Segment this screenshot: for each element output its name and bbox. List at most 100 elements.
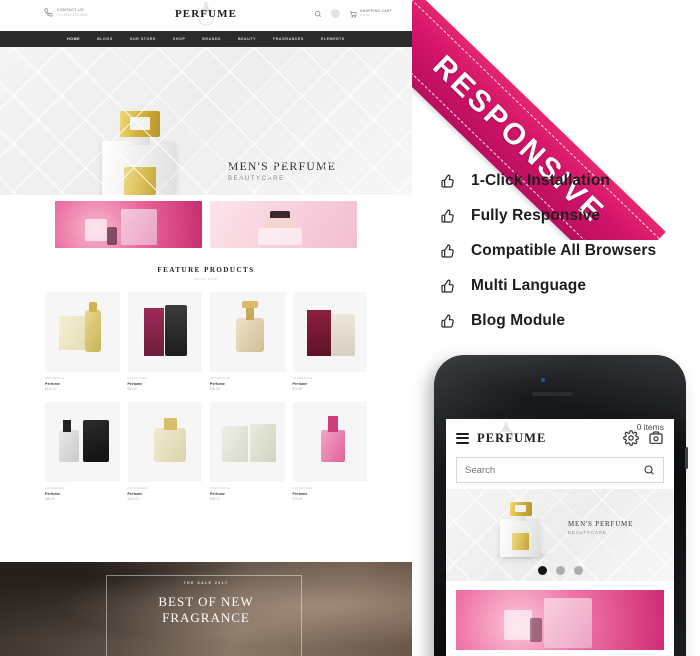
sale-kicker: THE SALE 2017 [183, 581, 229, 585]
product-category: FRAGRANCE [292, 377, 313, 380]
product-category: FRAGRANCE [210, 377, 231, 380]
product-image [127, 292, 202, 372]
site-navigation: HOME BLOGS OUR STORE SHOP BRANDS BEAUTY … [0, 31, 412, 47]
feature-item-blog-module: Blog Module [440, 303, 690, 338]
desktop-site-preview: CONTACT US +1 (800) 123 4567 PERFUME SHO… [0, 0, 412, 656]
mobile-header-tools [623, 430, 664, 446]
mobile-hero-bottle-image [492, 499, 554, 561]
nav-item-shop[interactable]: SHOP [173, 37, 185, 41]
mobile-search-bar[interactable] [456, 457, 664, 483]
mobile-logo[interactable]: PERFUME [477, 421, 547, 446]
search-icon[interactable] [314, 10, 322, 18]
product-grid-row-1: FRAGRANCE Perfume $120.00 FRAGRANCE Perf… [0, 281, 412, 391]
nav-item-elements[interactable]: ELEMENTS [321, 37, 345, 41]
carousel-dot-2[interactable] [555, 566, 565, 575]
shopping-bag-icon[interactable] [648, 430, 664, 446]
carousel-dots [446, 566, 674, 575]
nav-item-fragrances[interactable]: FRAGRANCES [273, 37, 304, 41]
featured-products-header: FEATURE PRODUCTS SHOP NOW [0, 248, 412, 281]
product-image [45, 402, 120, 482]
product-price: $80.00 [127, 387, 138, 391]
product-image [210, 292, 285, 372]
product-card[interactable]: SALE FRAGRANCE Perfume $75.00 [292, 402, 367, 501]
marketing-panel: RESPONSIVE 1-Click Installation Fully Re… [412, 0, 700, 656]
product-name: Perfume [127, 492, 143, 496]
nav-item-our-store[interactable]: OUR STORE [130, 37, 156, 41]
hero-perfume-bottle-image [86, 105, 204, 195]
hero-slider: MEN'S PERFUME BEAUTYCARE [0, 47, 412, 195]
mobile-hero-slider: MEN'S PERFUME BEAUTYCARE [446, 489, 674, 581]
search-icon[interactable] [643, 464, 655, 476]
mobile-cart-count: 0 items [636, 422, 664, 432]
product-name: Perfume [292, 492, 308, 496]
product-category: FRAGRANCE [127, 487, 148, 490]
feature-item-compatible-all-browsers: Compatible All Browsers [440, 233, 690, 268]
product-card[interactable]: SALE FRAGRANCE Perfume $95.00 [210, 292, 285, 391]
product-card[interactable]: SALE FRAGRANCE Perfume $99.00 [210, 402, 285, 501]
header-tools: SHOPPING CART 0 items [314, 9, 392, 18]
product-name: Perfume [210, 382, 225, 386]
sale-title-line1: BEST OF NEW [158, 594, 254, 609]
search-input[interactable] [465, 464, 643, 476]
feature-label: Blog Module [471, 311, 566, 329]
product-image [292, 292, 367, 372]
nav-item-brands[interactable]: BRANDS [202, 37, 221, 41]
product-image [292, 402, 367, 482]
product-price: $70.00 [292, 387, 303, 391]
thumbs-up-icon [441, 173, 454, 188]
product-name: Perfume [292, 382, 308, 386]
product-card[interactable]: FRAGRANCE Perfume $110.00 [127, 402, 202, 501]
feature-label: Multi Language [471, 276, 587, 294]
hamburger-menu-icon[interactable] [456, 430, 469, 446]
cart-block[interactable]: SHOPPING CART 0 items [349, 9, 392, 18]
phone-speaker [532, 392, 572, 396]
carousel-dot-1[interactable] [537, 566, 547, 575]
product-image [210, 402, 285, 482]
phone-screen: PERFUME 0 items Search MEN'S PERFUME BEA… [446, 419, 674, 656]
mobile-header: PERFUME 0 items [446, 419, 674, 457]
promo-banner-1[interactable] [55, 201, 202, 248]
thumbs-up-icon [441, 278, 454, 293]
product-card[interactable]: SALE FRAGRANCE Perfume $70.00 [292, 292, 367, 391]
product-card[interactable]: FRAGRANCE Perfume $80.00 [127, 292, 202, 391]
mobile-hero-title: MEN'S PERFUME [568, 520, 634, 528]
thumbs-up-icon [441, 208, 454, 223]
product-name: Perfume [45, 382, 60, 386]
feature-label: Fully Responsive [471, 206, 601, 224]
site-header: CONTACT US +1 (800) 123 4567 PERFUME SHO… [0, 0, 412, 31]
promo-banner-row [0, 195, 412, 248]
mobile-promo-banner[interactable] [456, 590, 664, 650]
nav-item-home[interactable]: HOME [67, 37, 80, 41]
gear-icon[interactable] [331, 9, 341, 18]
mobile-logo-text: PERFUME [477, 430, 547, 445]
carousel-dot-3[interactable] [573, 566, 583, 575]
mobile-hero-subtitle: BEAUTYCARE [568, 530, 607, 535]
nav-item-beauty[interactable]: BEAUTY [238, 37, 256, 41]
product-card[interactable]: FRAGRANCE Perfume $120.00 [45, 292, 120, 391]
phone-power-button[interactable] [685, 447, 688, 469]
mobile-hero-copy: MEN'S PERFUME BEAUTYCARE [568, 520, 633, 535]
product-image [45, 292, 120, 372]
page-root: CONTACT US +1 (800) 123 4567 PERFUME SHO… [0, 0, 700, 656]
product-name: Perfume [45, 492, 60, 496]
product-name: Perfume [210, 492, 225, 496]
gear-icon[interactable] [623, 430, 639, 446]
product-category: FRAGRANCE [127, 377, 148, 380]
hero-title: MEN'S PERFUME [228, 161, 337, 173]
feature-label: Compatible All Browsers [471, 241, 657, 259]
product-price: $110.00 [127, 497, 139, 501]
product-price: $120.00 [45, 387, 57, 391]
nav-item-blogs[interactable]: BLOGS [97, 37, 113, 41]
thumbs-up-icon [441, 313, 454, 328]
feature-item-multi-language: Multi Language [440, 268, 690, 303]
phone-mockup: PERFUME 0 items Search MEN'S PERFUME BEA… [434, 355, 688, 656]
product-price: $95.00 [210, 387, 220, 391]
feature-item-fully-responsive: Fully Responsive [440, 198, 690, 233]
product-name: Perfume [127, 382, 143, 386]
product-grid-row-2: SALE FRAGRANCE Perfume $65.00 [0, 391, 412, 501]
promo-banner-2[interactable] [210, 201, 357, 248]
product-card[interactable]: SALE FRAGRANCE Perfume $65.00 [45, 402, 120, 501]
hero-subtitle: BEAUTYCARE [228, 176, 285, 182]
cart-count: 0 items [360, 12, 370, 17]
thumbs-up-icon [441, 243, 454, 258]
